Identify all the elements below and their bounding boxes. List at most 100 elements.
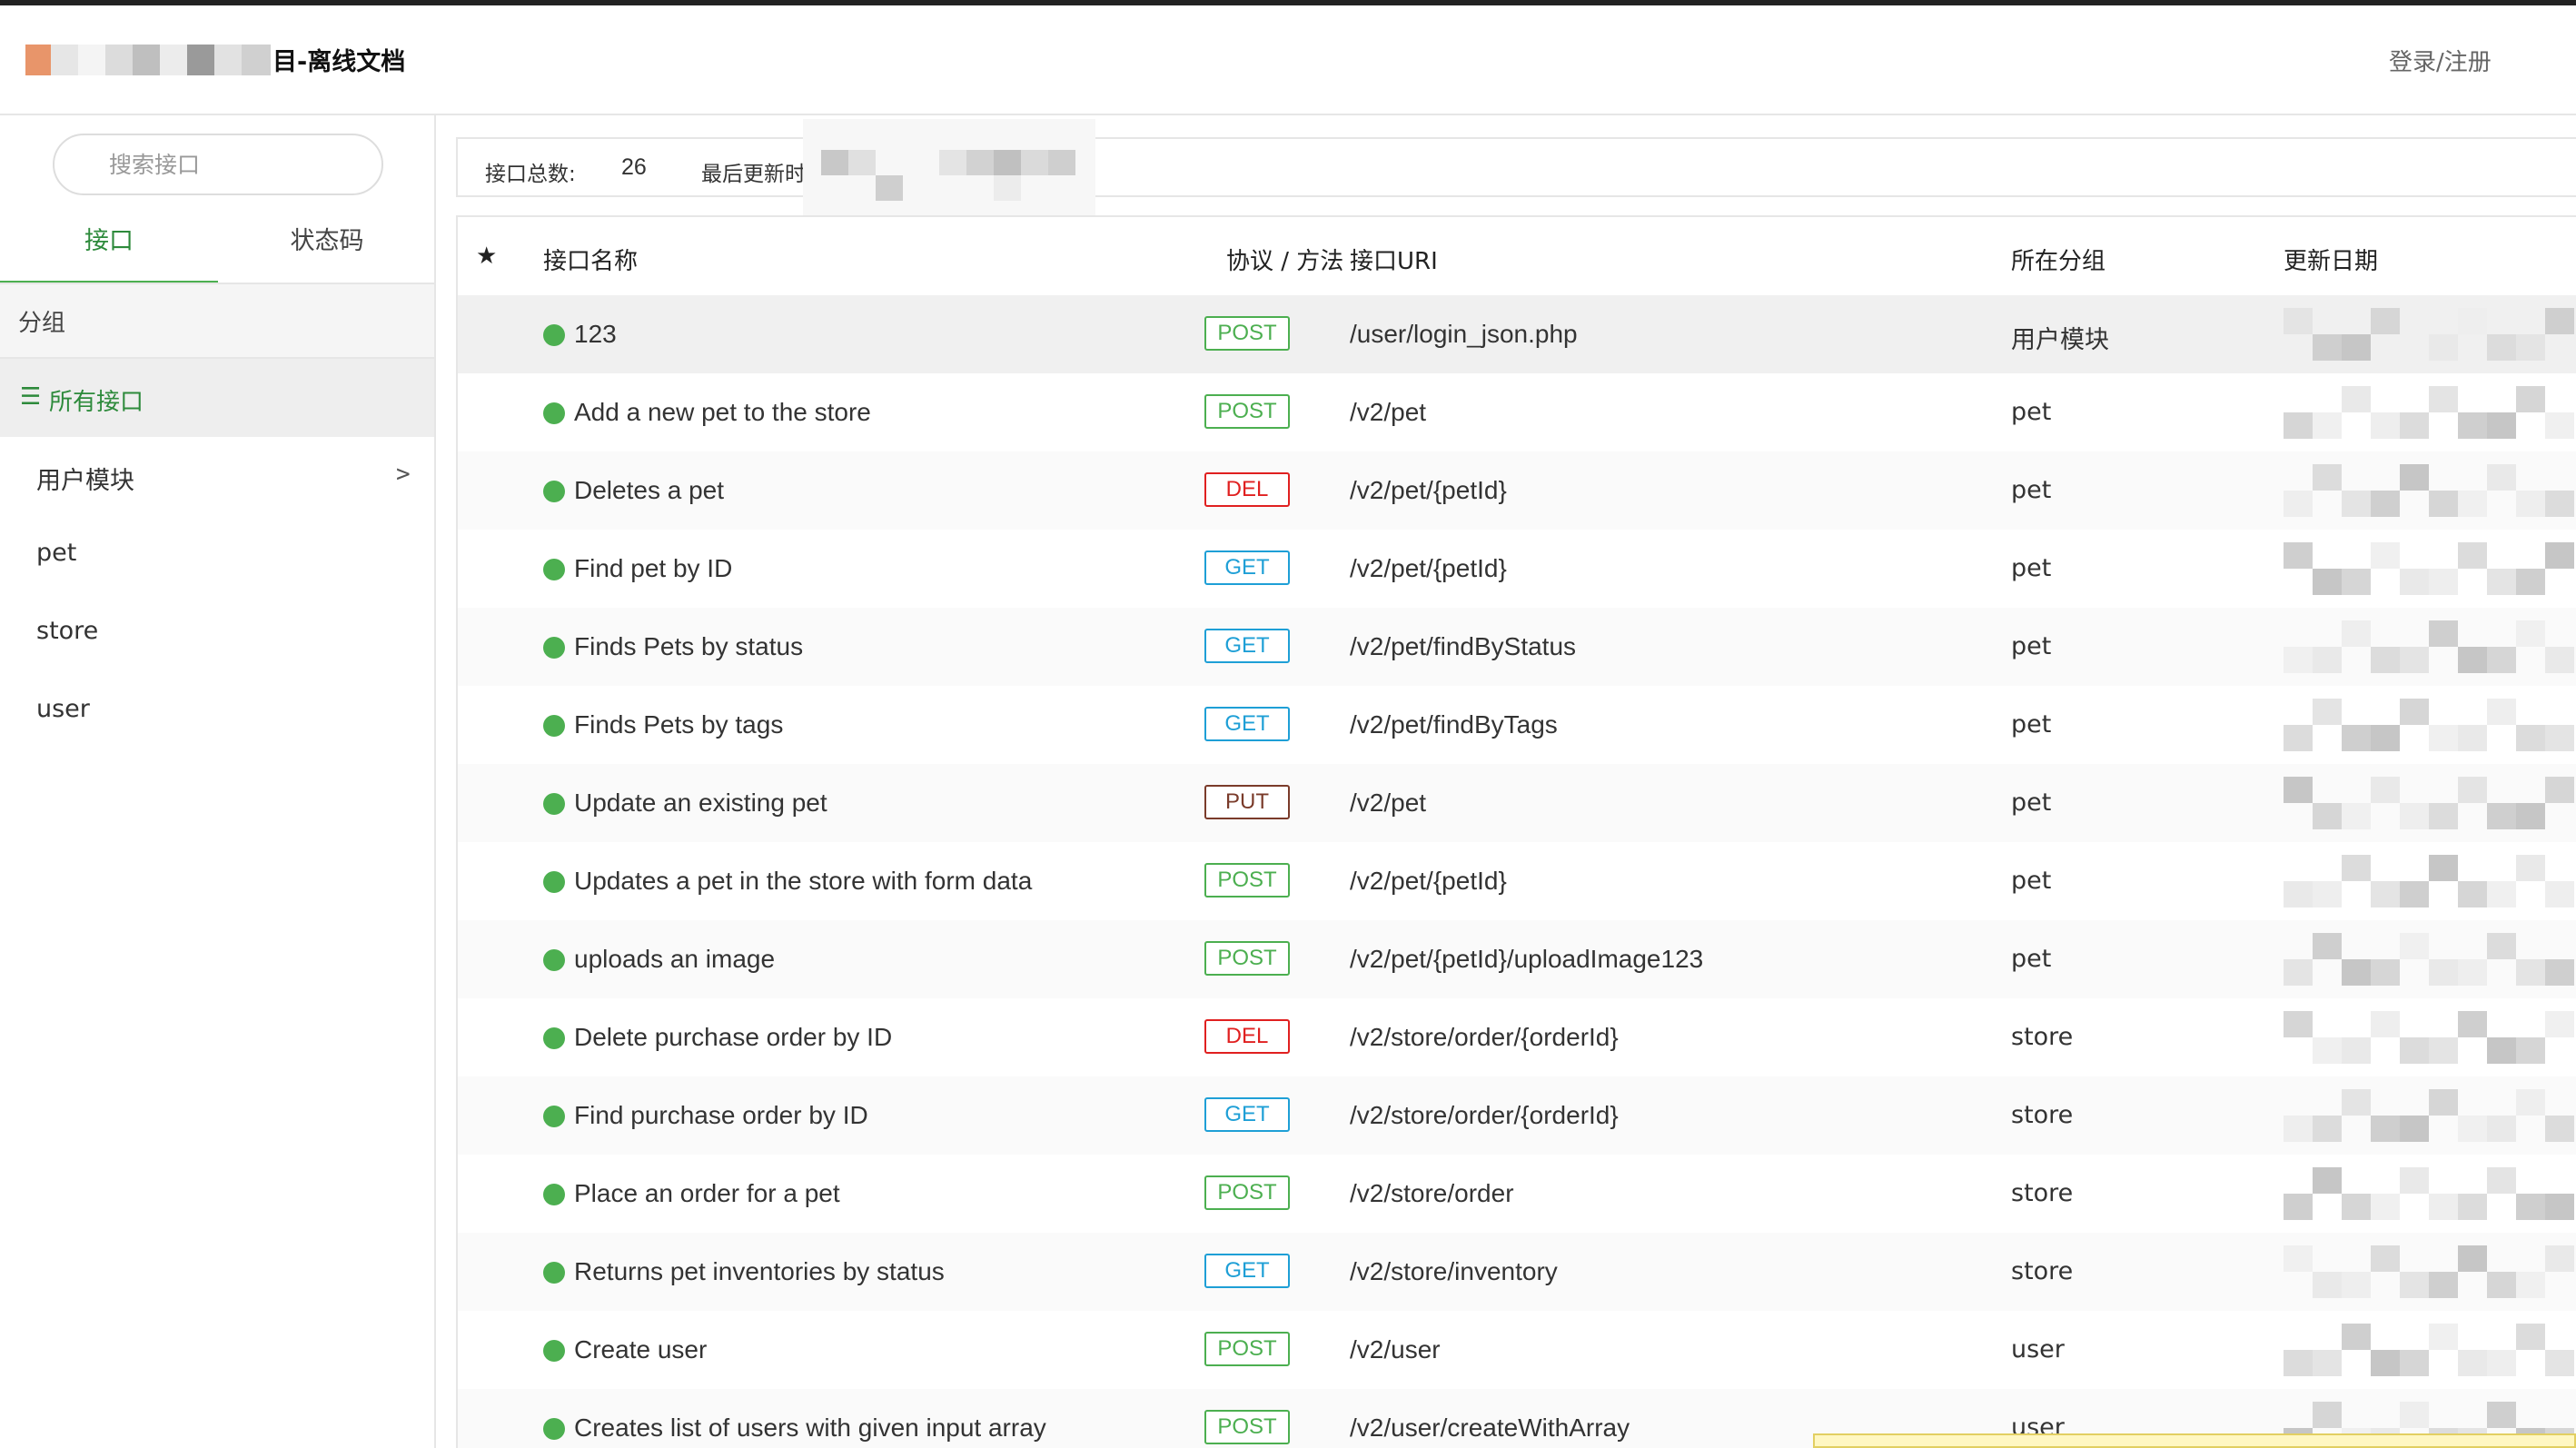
api-uri: /v2/store/inventory — [1350, 1257, 1558, 1285]
site-title: 目-离线文档 — [272, 48, 406, 76]
method-badge: POST — [1204, 394, 1290, 429]
status-dot-icon — [543, 1418, 565, 1440]
table-row[interactable]: 123 POST/user/login_json.php 用户模块 — [458, 295, 2576, 373]
table-row[interactable]: Add a new pet to the store POST/v2/pet pet — [458, 373, 2576, 451]
column-header-group: 所在分组 — [2011, 248, 2106, 275]
sidebar: 接口 状态码 分组 ☰ 所有接口 用户模块 > pet store user — [0, 115, 436, 1448]
sidebar-item-label: pet — [36, 539, 77, 567]
api-name[interactable]: 123 — [574, 320, 617, 349]
status-dot-icon — [543, 481, 565, 502]
api-name[interactable]: Find purchase order by ID — [574, 1101, 868, 1130]
api-uri: /v2/store/order/{orderId} — [1350, 1023, 1619, 1051]
api-name[interactable]: Deletes a pet — [574, 476, 724, 505]
api-uri: /v2/pet/{petId} — [1350, 476, 1507, 504]
api-uri: /v2/user — [1350, 1335, 1441, 1364]
logo-redacted — [25, 45, 271, 75]
update-date-redacted — [2284, 620, 2574, 673]
status-dot-icon — [543, 1184, 565, 1205]
update-date-redacted — [2284, 1324, 2574, 1376]
total-count-label: 接口总数: — [485, 163, 576, 186]
api-name[interactable]: Create user — [574, 1335, 707, 1364]
summary-bar: 接口总数: 26 最后更新时间 — [456, 137, 2576, 197]
sidebar-item-user-module[interactable]: 用户模块 > — [0, 437, 434, 515]
api-uri: /v2/pet/findByTags — [1350, 710, 1558, 739]
api-group: pet — [2011, 945, 2052, 973]
api-uri: /v2/store/order/{orderId} — [1350, 1101, 1619, 1129]
api-name[interactable]: Delete purchase order by ID — [574, 1023, 892, 1052]
sidebar-item-all-apis[interactable]: ☰ 所有接口 — [0, 359, 434, 437]
api-group: pet — [2011, 476, 2052, 504]
table-row[interactable]: Find pet by ID GET/v2/pet/{petId} pet — [458, 530, 2576, 608]
api-name[interactable]: Place an order for a pet — [574, 1179, 840, 1208]
group-header: 分组 — [0, 284, 434, 359]
api-uri: /v2/pet/{petId}/uploadImage123 — [1350, 945, 1704, 973]
status-dot-icon — [543, 1106, 565, 1127]
api-table: ★ 接口名称 协议 / 方法 接口URI 所在分组 更新日期 123 POST/u… — [456, 215, 2576, 1448]
status-dot-icon — [543, 637, 565, 659]
column-header-method: 协议 / 方法 — [1226, 248, 1344, 275]
update-date-redacted — [2284, 933, 2574, 986]
api-name[interactable]: Finds Pets by tags — [574, 710, 783, 739]
table-row[interactable]: Place an order for a pet POST/v2/store/or… — [458, 1155, 2576, 1233]
update-date-redacted — [2284, 1011, 2574, 1064]
api-uri: /v2/pet/{petId} — [1350, 867, 1507, 895]
column-header-uri: 接口URI — [1350, 248, 1438, 275]
api-group: store — [2011, 1101, 2074, 1129]
table-row[interactable]: Create user POST/v2/user user — [458, 1311, 2576, 1389]
api-name[interactable]: Update an existing pet — [574, 788, 827, 818]
method-badge: POST — [1204, 863, 1290, 898]
total-count-value: 26 — [621, 154, 647, 180]
table-row[interactable]: Finds Pets by tags GET/v2/pet/findByTags p… — [458, 686, 2576, 764]
sidebar-item-store[interactable]: store — [0, 593, 434, 671]
sidebar-item-label: 用户模块 — [36, 467, 134, 495]
method-badge: DEL — [1204, 472, 1290, 507]
api-uri: /v2/pet/findByStatus — [1350, 632, 1577, 660]
login-register-link[interactable]: 登录/注册 — [2389, 44, 2492, 77]
update-date-redacted — [2284, 308, 2574, 361]
api-group: user — [2011, 1335, 2065, 1364]
tab-status-codes[interactable]: 状态码 — [218, 217, 436, 284]
last-updated-redacted — [803, 119, 1095, 219]
update-date-redacted — [2284, 1089, 2574, 1142]
method-badge: POST — [1204, 1410, 1290, 1444]
method-badge: DEL — [1204, 1019, 1290, 1054]
star-column-icon[interactable]: ★ — [476, 243, 497, 270]
api-name[interactable]: Creates list of users with given input a… — [574, 1413, 1046, 1443]
status-dot-icon — [543, 559, 565, 580]
api-name[interactable]: Add a new pet to the store — [574, 398, 871, 427]
table-row[interactable]: uploads an image POST/v2/pet/{petId}/uplo… — [458, 920, 2576, 998]
method-badge: POST — [1204, 1332, 1290, 1366]
api-name[interactable]: Finds Pets by status — [574, 632, 803, 661]
api-uri: /v2/store/order — [1350, 1179, 1514, 1207]
table-row[interactable]: Finds Pets by status GET/v2/pet/findBySta… — [458, 608, 2576, 686]
status-dot-icon — [543, 324, 565, 346]
search-input[interactable] — [53, 134, 383, 195]
method-badge: GET — [1204, 550, 1290, 585]
api-name[interactable]: Returns pet inventories by status — [574, 1257, 945, 1286]
table-row[interactable]: Update an existing pet PUT/v2/pet pet — [458, 764, 2576, 842]
update-date-redacted — [2284, 386, 2574, 439]
table-row[interactable]: Returns pet inventories by status GET/v2/… — [458, 1233, 2576, 1311]
status-dot-icon — [543, 715, 565, 737]
tab-apis[interactable]: 接口 — [0, 217, 218, 284]
update-date-redacted — [2284, 699, 2574, 751]
chevron-right-icon: > — [396, 461, 411, 488]
api-name[interactable]: Updates a pet in the store with form dat… — [574, 867, 1032, 896]
table-row[interactable]: Find purchase order by ID GET/v2/store/or… — [458, 1076, 2576, 1155]
sidebar-item-pet[interactable]: pet — [0, 515, 434, 593]
table-row[interactable]: Updates a pet in the store with form dat… — [458, 842, 2576, 920]
api-uri: /user/login_json.php — [1350, 320, 1578, 348]
sidebar-item-user[interactable]: user — [0, 671, 434, 749]
api-group: pet — [2011, 632, 2052, 660]
table-row[interactable]: Delete purchase order by ID DEL/v2/store/… — [458, 998, 2576, 1076]
api-name[interactable]: Find pet by ID — [574, 554, 732, 583]
group-header-label: 分组 — [18, 310, 66, 337]
api-group: pet — [2011, 398, 2052, 426]
api-name[interactable]: uploads an image — [574, 945, 775, 974]
update-date-redacted — [2284, 1167, 2574, 1220]
sidebar-item-label: store — [36, 617, 99, 645]
method-badge: PUT — [1204, 785, 1290, 819]
api-group: pet — [2011, 710, 2052, 739]
table-row[interactable]: Deletes a pet DEL/v2/pet/{petId} pet — [458, 451, 2576, 530]
api-group: pet — [2011, 554, 2052, 582]
